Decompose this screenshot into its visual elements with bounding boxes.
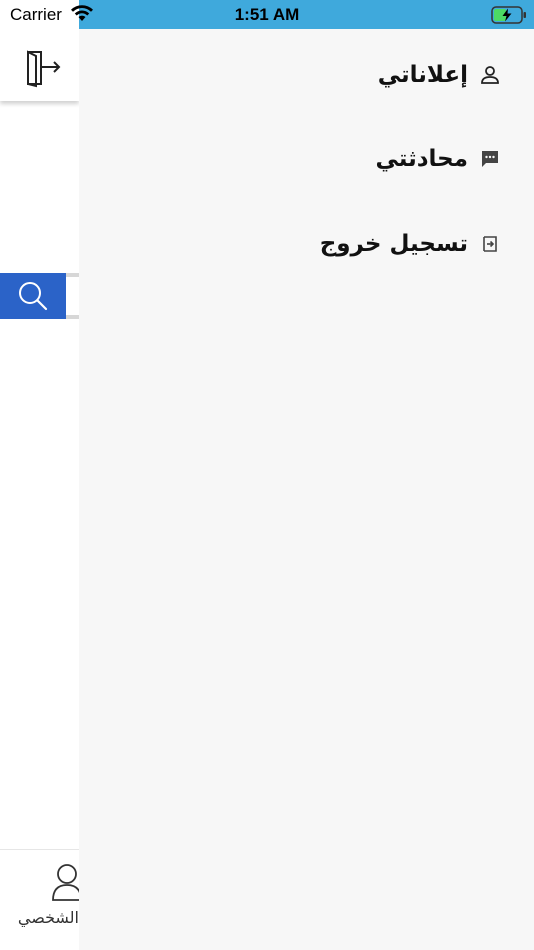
exit-door-icon: [27, 50, 61, 88]
clock: 1:51 AM: [234, 5, 300, 24]
person-icon[interactable]: [50, 862, 79, 906]
page-header: [0, 29, 79, 101]
tab-bar: الشخصي: [0, 849, 79, 950]
side-drawer: إعلاناتي محادثتي تسجيل خروج: [79, 29, 534, 950]
status-bar: Carrier 1:51 AM: [0, 0, 534, 29]
battery-charging-icon: [491, 6, 527, 29]
search-input[interactable]: [66, 273, 79, 319]
person-outline-icon: [478, 63, 502, 87]
search-button[interactable]: [0, 273, 66, 319]
search-bar: [0, 273, 79, 319]
chat-icon: [478, 147, 502, 171]
tab-profile-label[interactable]: الشخصي: [18, 908, 79, 927]
background-page: الشخصي: [0, 29, 79, 950]
logout-icon: [478, 232, 502, 256]
exit-button[interactable]: [22, 48, 64, 88]
search-icon: [19, 282, 48, 311]
menu-item-label: تسجيل خروج: [319, 231, 468, 257]
menu-item-label: إعلاناتي: [377, 62, 468, 88]
menu-item-my-ads[interactable]: إعلاناتي: [79, 45, 534, 105]
menu-item-logout[interactable]: تسجيل خروج: [79, 214, 534, 274]
menu-item-label: محادثتي: [375, 146, 468, 172]
menu-item-my-chats[interactable]: محادثتي: [79, 129, 534, 189]
